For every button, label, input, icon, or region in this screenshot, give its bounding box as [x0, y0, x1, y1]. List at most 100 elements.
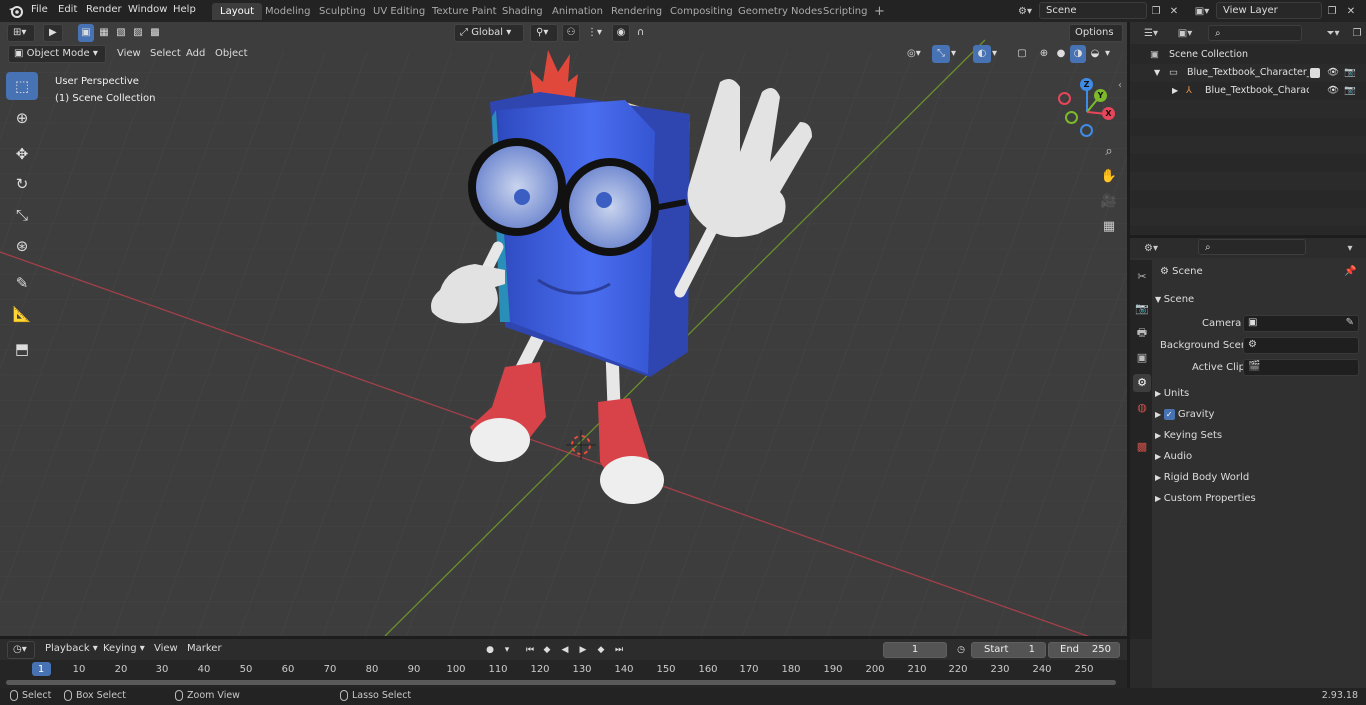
timeline-scrollbar[interactable] [6, 680, 1116, 685]
gravity-panel-header[interactable]: ▶ ✓ Gravity [1155, 405, 1363, 424]
view-layer-field[interactable]: View Layer [1216, 2, 1322, 19]
outliner-row-collection[interactable]: ▼ ▭ Blue_Textbook_Character_Wa 👁 📷 [1130, 64, 1366, 82]
delete-scene-icon[interactable]: ✕ [1166, 3, 1182, 19]
overlays-dropdown-icon[interactable]: ▾ [992, 45, 1006, 63]
display-mode-icon[interactable]: ▣▾ [1172, 25, 1198, 41]
scene-properties-tab-icon[interactable]: ⚙ [1133, 374, 1151, 392]
snap-toggle-icon[interactable]: ⚇ [562, 24, 580, 42]
rotate-tool-icon[interactable]: ↻ [6, 170, 38, 198]
new-collection-icon[interactable]: ❐ [1349, 25, 1365, 41]
add-cube-tool-icon[interactable]: ⬒ [6, 335, 38, 363]
xray-toggle-icon[interactable]: ▢ [1014, 45, 1030, 63]
start-frame-field[interactable]: Start 1 [971, 642, 1046, 658]
expand-arrow-icon[interactable]: ▶ [1172, 82, 1178, 100]
camera-view-icon[interactable]: 🎥 [1100, 193, 1118, 211]
timeline-editor[interactable]: ◷▾ Playback ▾ Keying ▾ View Marker ● ▾ ⏮… [0, 639, 1127, 688]
gizmo-z-icon[interactable]: Z [1080, 78, 1093, 91]
tab-uv-editing[interactable]: UV Editing [365, 3, 433, 20]
menu-marker[interactable]: Marker [182, 640, 227, 658]
units-panel-header[interactable]: ▶ Units [1155, 384, 1363, 403]
keying-sets-panel-header[interactable]: ▶ Keying Sets [1155, 426, 1363, 445]
shading-wireframe-icon[interactable]: ⊕ [1036, 45, 1052, 63]
camera-field[interactable]: ▣ ✎ [1243, 315, 1359, 332]
play-reverse-icon[interactable]: ◀ [557, 643, 573, 657]
menu-file[interactable]: File [31, 4, 48, 15]
pin-icon[interactable]: 📌 [1344, 266, 1356, 277]
world-properties-tab-icon[interactable]: ◍ [1133, 399, 1151, 417]
gizmo-neg-y-icon[interactable] [1065, 111, 1078, 124]
preview-range-icon[interactable]: ◷ [953, 643, 969, 657]
scene-selector-icon[interactable]: ⚙▾ [1013, 3, 1037, 19]
render-properties-tab-icon[interactable]: 📷 [1133, 300, 1151, 318]
delete-view-layer-icon[interactable]: ✕ [1343, 3, 1359, 19]
new-scene-icon[interactable]: ❐ [1148, 3, 1164, 19]
gizmo-toggle-icon[interactable]: ⤡ [932, 45, 950, 63]
overlays-toggle-icon[interactable]: ◐ [973, 45, 991, 63]
outliner-row-object[interactable]: ▶ ⅄ Blue_Textbook_Characte 👁 📷 [1130, 82, 1366, 100]
expand-arrow-icon[interactable]: ▼ [1154, 64, 1160, 82]
timeline-editor-type-icon[interactable]: ◷▾ [7, 641, 35, 659]
play-icon[interactable]: ▶ [575, 643, 591, 657]
audio-panel-header[interactable]: ▶ Audio [1155, 447, 1363, 466]
new-view-layer-icon[interactable]: ❐ [1324, 3, 1340, 19]
tab-modeling[interactable]: Modeling [257, 3, 319, 20]
menu-edit[interactable]: Edit [58, 4, 77, 15]
outliner-row-scene-collection[interactable]: ▣ Scene Collection [1130, 46, 1366, 64]
gizmo-x-icon[interactable]: X [1102, 107, 1115, 120]
camera-icon[interactable]: 📷 [1344, 64, 1356, 82]
shading-dropdown-icon[interactable]: ▾ [1105, 45, 1119, 63]
scale-tool-icon[interactable]: ⤡ [6, 201, 38, 229]
menu-object[interactable]: Object [210, 45, 253, 63]
shading-solid-icon[interactable]: ● [1053, 45, 1069, 63]
select-mode-subtract-icon[interactable]: ▧ [113, 24, 129, 42]
view-layer-selector-icon[interactable]: ▣▾ [1189, 3, 1215, 19]
jump-next-keyframe-icon[interactable]: ◆ [593, 643, 609, 657]
tool-properties-tab-icon[interactable]: ✂ [1133, 268, 1151, 286]
gizmo-neg-z-icon[interactable] [1080, 124, 1093, 137]
editor-type-button[interactable]: ⊞▾ [7, 24, 35, 42]
measure-tool-icon[interactable]: 📐 [6, 300, 38, 328]
background-scene-field[interactable]: ⚙ [1243, 337, 1359, 354]
texture-properties-tab-icon[interactable]: ▩ [1133, 438, 1151, 456]
menu-view[interactable]: View [149, 640, 183, 658]
mode-dropdown[interactable]: ▣ Object Mode ▾ [8, 45, 106, 63]
tab-texture-paint[interactable]: Texture Paint [424, 3, 505, 20]
gizmo-y-icon[interactable]: Y [1094, 89, 1107, 102]
output-properties-tab-icon[interactable]: 🖶 [1133, 324, 1151, 342]
shading-material-icon[interactable]: ◑ [1070, 45, 1086, 63]
options-dropdown[interactable]: Options ▾ [1069, 24, 1123, 54]
outliner-filter-icon[interactable]: ⏷▾ [1320, 25, 1346, 41]
move-tool-icon[interactable]: ✥ [6, 140, 38, 168]
tab-layout[interactable]: Layout [212, 3, 262, 20]
transform-tool-icon[interactable]: ⊛ [6, 232, 38, 260]
auto-keying-icon[interactable]: ● [482, 643, 498, 657]
select-mode-extend-icon[interactable]: ▦ [96, 24, 112, 42]
menu-help[interactable]: Help [173, 4, 196, 15]
active-clip-field[interactable]: 🎬 [1243, 359, 1359, 376]
frame-ruler[interactable]: 1 10 20 30 40 50 60 70 80 90 100 110 120… [0, 660, 1127, 688]
jump-start-icon[interactable]: ⏮ [522, 643, 538, 657]
sidebar-toggle-icon[interactable]: ‹ [1118, 80, 1122, 91]
cursor-tool-icon[interactable]: ⊕ [6, 104, 38, 132]
jump-end-icon[interactable]: ⏭ [611, 643, 627, 657]
menu-view[interactable]: View [112, 45, 146, 63]
menu-keying[interactable]: Keying ▾ [98, 640, 150, 658]
end-frame-field[interactable]: End 250 [1048, 642, 1120, 658]
menu-playback[interactable]: Playback ▾ [40, 640, 103, 658]
menu-render[interactable]: Render [86, 4, 122, 15]
tab-compositing[interactable]: Compositing [662, 3, 741, 20]
shading-rendered-icon[interactable]: ◒ [1087, 45, 1103, 63]
properties-options-icon[interactable]: ▾ [1342, 240, 1358, 256]
perspective-toggle-icon[interactable]: ▦ [1100, 218, 1118, 236]
eyedropper-icon[interactable]: ✎ [1346, 317, 1354, 328]
visibility-filter-icon[interactable]: ◎▾ [902, 45, 930, 63]
tab-rendering[interactable]: Rendering [603, 3, 670, 20]
camera-icon[interactable]: 📷 [1344, 82, 1356, 100]
menu-add[interactable]: Add [181, 45, 210, 63]
add-workspace-button[interactable]: + [866, 3, 893, 20]
tool-select-button[interactable]: ▶ [43, 24, 63, 42]
zoom-view-icon[interactable]: ⌕ [1100, 143, 1118, 161]
gizmo-neg-x-icon[interactable] [1058, 92, 1071, 105]
exclude-checkbox-icon[interactable] [1310, 68, 1320, 78]
menu-select[interactable]: Select [145, 45, 186, 63]
